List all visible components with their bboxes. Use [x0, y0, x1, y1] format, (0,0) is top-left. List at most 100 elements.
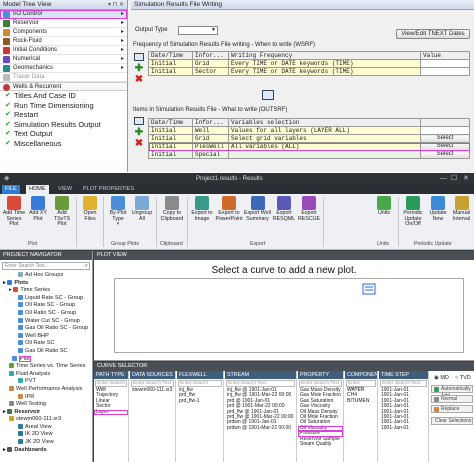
nav-plots[interactable]: ▸ Plots	[0, 280, 92, 288]
nav-sr3-file[interactable]: stewm060-111.sr3	[0, 416, 92, 424]
view-edit-tnext-button[interactable]: View/Edit TNEXT Dates	[396, 29, 470, 39]
list-item[interactable]: Steam Quality	[298, 441, 343, 447]
tree-item-components[interactable]: Components ▸	[0, 28, 127, 37]
nav-plot-item[interactable]: Gas Oil Ratio SC	[0, 348, 92, 356]
delete-row-icon[interactable]: ✖	[134, 75, 144, 85]
output-type-select[interactable]: ▼	[178, 26, 218, 35]
close-icon[interactable]: ✕	[463, 173, 469, 185]
date-cell[interactable]: Initial	[148, 67, 193, 76]
list-item[interactable]: prd_flw-1	[177, 398, 223, 404]
nav-ts-vs-ts[interactable]: Time Series vs. Time Series	[0, 363, 92, 371]
open-files-button[interactable]: Open Files	[79, 196, 101, 222]
date-cell[interactable]: Initial	[148, 126, 193, 135]
select-button[interactable]: Select	[420, 134, 470, 143]
delete-row-icon[interactable]: ✖	[134, 139, 144, 149]
normal-mode-button[interactable]: Normal	[431, 395, 473, 403]
list-item[interactable]: 1901-Jan-01	[379, 425, 428, 431]
info-cell[interactable]: PlesWell	[192, 142, 229, 151]
export-well-summary-button[interactable]: Export Well Summary	[244, 196, 271, 222]
subitem-text-output[interactable]: ✔ Text Output	[0, 129, 127, 139]
nav-time-series[interactable]: ▸ Time Series	[0, 287, 92, 295]
subitem-simulation-results-output[interactable]: ✔ Simulation Results Output	[0, 120, 127, 130]
add-row-icon[interactable]: ✚	[134, 128, 144, 138]
nav-jk-view[interactable]: JK 2D View	[0, 439, 92, 447]
pin-icon[interactable]: ▾ ⊓ ✕	[108, 0, 124, 10]
table-row[interactable]: Initial Well Values for all layers (LAYE…	[148, 126, 470, 135]
table-row-pleswell[interactable]: Initial PlesWell All variables (ALL) Sel…	[148, 142, 470, 151]
ungroup-all-button[interactable]: Ungroup All	[130, 196, 154, 222]
nav-areal-view[interactable]: Areal View	[0, 424, 92, 432]
list-item[interactable]: BITUMEN	[345, 398, 377, 404]
tab-file[interactable]: FILE	[2, 185, 20, 194]
add-time-series-plot-button[interactable]: Add Time Series Plot	[2, 196, 26, 228]
export-to-image-button[interactable]: Export to Image	[190, 196, 214, 222]
nav-plot-item[interactable]: Oil Ratio SC - Group	[0, 310, 92, 318]
subitem-miscellaneous[interactable]: ✔ Miscellaneous	[0, 139, 127, 149]
nav-plot-item[interactable]: Water Cut SC - Group	[0, 318, 92, 326]
variables-cell[interactable]: All variables (ALL)	[228, 142, 421, 151]
variables-cell[interactable]	[228, 150, 421, 159]
tab-plot-properties[interactable]: PLOT PROPERTIES	[80, 185, 137, 194]
nav-ipr[interactable]: IPR	[0, 394, 92, 402]
table-row[interactable]: Initial Special Select	[148, 150, 470, 159]
tree-item-numerical[interactable]: Numerical ▸	[0, 55, 127, 64]
column-search-input[interactable]: Enter Search Text	[131, 380, 174, 387]
tree-item-tracer-data[interactable]: Tracer Data	[0, 73, 127, 82]
subitem-run-time-dimensioning[interactable]: ✔ Run Time Dimensioning	[0, 101, 127, 111]
table-row[interactable]: Initial Sector Every TIME or DATE keywor…	[148, 67, 470, 76]
nav-fluid-analysis[interactable]: Fluid Analysis	[0, 371, 92, 379]
column-search-input[interactable]: Enter Search Text	[226, 380, 295, 387]
date-cell[interactable]: Initial	[148, 150, 193, 159]
plot-canvas[interactable]	[114, 278, 464, 353]
select-button[interactable]: Select	[420, 150, 470, 159]
export-to-powerpoint-button[interactable]: Export to PowerPoint	[215, 196, 243, 222]
column-search-input[interactable]: Enter Search Text	[299, 380, 342, 387]
info-cell[interactable]: Grid	[192, 59, 229, 68]
table-icon[interactable]	[134, 117, 144, 125]
units-button[interactable]: Units	[372, 196, 396, 217]
value-cell[interactable]	[420, 67, 470, 76]
date-cell[interactable]: Initial	[148, 59, 193, 68]
nav-pvt[interactable]: PVT	[0, 378, 92, 386]
variables-cell[interactable]: Select grid variables	[228, 134, 421, 143]
tvd-radio[interactable]: ○ TVD	[455, 374, 471, 382]
column-search-input[interactable]: Enter Search	[346, 380, 376, 391]
clear-selections-button[interactable]: Clear Selections	[431, 417, 473, 425]
automatically-add-button[interactable]: Automatically Add	[431, 385, 473, 399]
add-tsvts-plot-button[interactable]: Add TSvTS Plot	[50, 196, 74, 228]
minimize-icon[interactable]: —	[440, 173, 447, 185]
tree-item-rock-fluid[interactable]: Rock-Fluid ▸	[0, 37, 127, 46]
manual-interval-button[interactable]: Manual Interval	[450, 196, 473, 222]
table-row[interactable]: Initial Grid Select grid variables Selec…	[148, 134, 470, 143]
maximize-icon[interactable]: ☐	[451, 173, 457, 185]
list-item[interactable]: stewm060-111.sr3	[130, 387, 175, 393]
md-radio[interactable]: ◉ MD	[434, 374, 449, 382]
value-cell[interactable]	[420, 59, 470, 68]
nav-plot-item[interactable]: Well BHP	[0, 333, 92, 341]
nav-plot-item[interactable]: Oil Rate SC	[0, 340, 92, 348]
nav-dashboards[interactable]: ▸ Dashboards	[0, 447, 92, 455]
info-cell[interactable]: Grid	[192, 134, 229, 143]
frequency-cell[interactable]: Every TIME or DATE keywords (TIME)	[228, 67, 421, 76]
frequency-cell[interactable]: Every TIME or DATE keywords (TIME)	[228, 59, 421, 68]
replace-mode-button[interactable]: Replace	[431, 405, 473, 413]
add-row-icon[interactable]: ✚	[134, 64, 144, 74]
navigator-search-input[interactable]: Enter Search Text... ⌕	[2, 262, 90, 270]
select-cell[interactable]	[420, 126, 470, 135]
column-search-input[interactable]: Enter Search Text	[380, 380, 427, 387]
periodic-update-toggle[interactable]: Periodic Update On/Off	[400, 196, 426, 228]
date-cell[interactable]: Initial	[148, 142, 193, 151]
nav-well-testing[interactable]: Well Testing	[0, 401, 92, 409]
nav-ad-hoc-groups[interactable]: Ad Hoc Groups	[0, 272, 92, 280]
info-cell[interactable]: Well	[192, 126, 229, 135]
column-search-input[interactable]: Enter Search Text	[95, 380, 127, 391]
search-icon[interactable]: ⌕	[85, 263, 88, 269]
info-cell[interactable]: Special	[192, 150, 229, 159]
nav-new-plot[interactable]: Plot	[0, 355, 92, 364]
tree-item-wells-recurrent[interactable]: Wells & Recurrent	[0, 82, 127, 91]
nav-well-performance[interactable]: Well Performance Analysis	[0, 386, 92, 394]
table-icon[interactable]	[134, 53, 144, 61]
list-item-highlighted[interactable]: Layer	[94, 409, 128, 416]
subitem-titles-case-id[interactable]: ✔ Titles And Case ID	[0, 91, 127, 101]
by-plot-type-button[interactable]: By Plot Type ▾	[106, 196, 130, 228]
